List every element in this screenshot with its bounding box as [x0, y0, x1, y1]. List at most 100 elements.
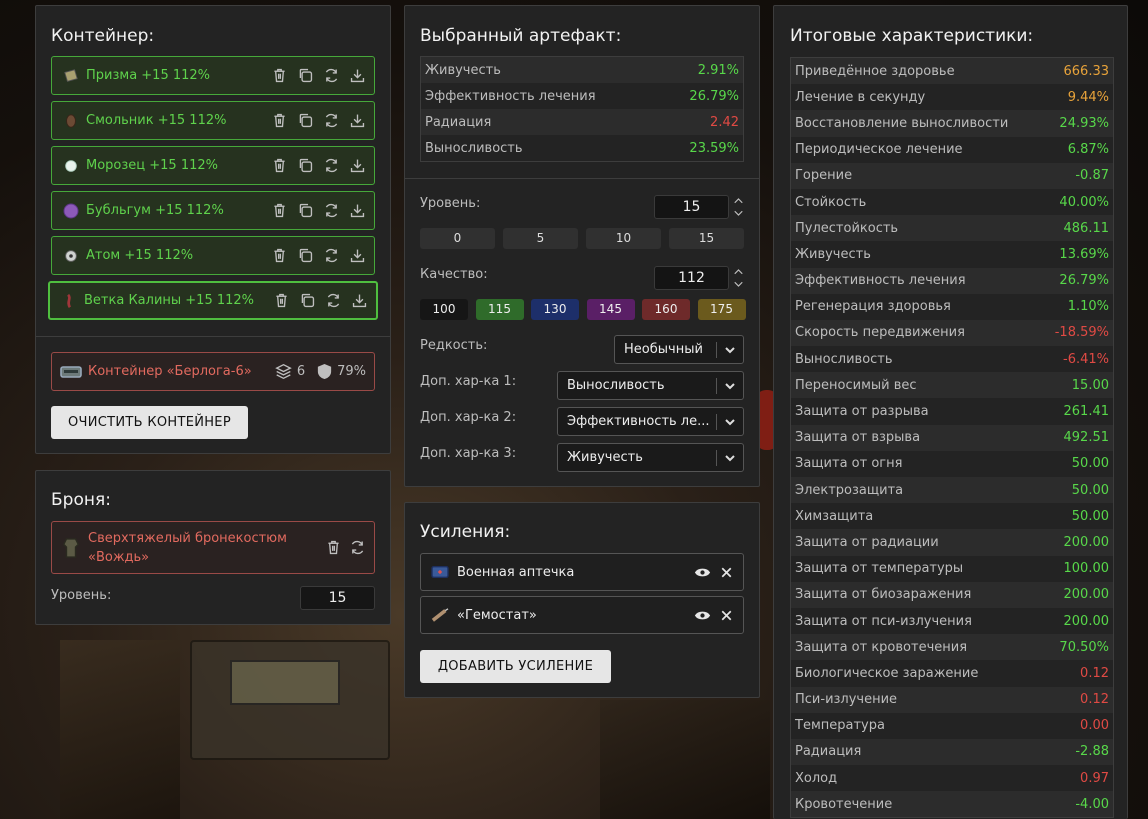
stat-label: Температура — [795, 718, 885, 734]
stat-value: 70.50% — [1059, 639, 1109, 655]
stat-value: 15.00 — [1071, 377, 1109, 393]
stat-value: 50.00 — [1071, 508, 1109, 524]
container-artifact-item[interactable]: Призма +15 112% — [51, 56, 375, 95]
container-protection: 79% — [337, 364, 366, 379]
artifact-panel: Выбранный артефакт: Живучесть 2.91% Эффект… — [404, 5, 760, 487]
close-icon[interactable] — [717, 563, 735, 581]
copy-icon[interactable] — [296, 157, 314, 175]
level-preset-button[interactable]: 15 — [669, 228, 744, 249]
trash-icon[interactable] — [272, 292, 290, 310]
copy-icon[interactable] — [296, 247, 314, 265]
trash-icon[interactable] — [270, 247, 288, 265]
container-artifact-item[interactable]: Смольник +15 112% — [51, 101, 375, 140]
container-card[interactable]: Контейнер «Берлога-6» 6 79% — [51, 352, 375, 391]
refresh-icon[interactable] — [322, 247, 340, 265]
artifact-level-input[interactable]: 15 — [654, 195, 729, 219]
refresh-icon[interactable] — [322, 157, 340, 175]
stat-row: Переносимый вес 15.00 — [791, 372, 1113, 399]
trash-icon[interactable] — [270, 202, 288, 220]
chevron-down-icon[interactable] — [717, 344, 743, 356]
extra3-select[interactable]: Живучесть — [557, 443, 744, 472]
chevron-up-icon[interactable] — [731, 194, 745, 206]
stat-label: Радиация — [425, 114, 492, 130]
refresh-icon[interactable] — [322, 112, 340, 130]
container-artifact-item[interactable]: Бубльгум +15 112% — [51, 191, 375, 230]
add-boost-button[interactable]: ДОБАВИТЬ УСИЛЕНИЕ — [420, 650, 611, 683]
container-artifact-item[interactable]: Морозец +15 112% — [51, 146, 375, 185]
eye-icon[interactable] — [693, 606, 711, 624]
stat-label: Стойкость — [795, 194, 867, 210]
trash-icon[interactable] — [270, 112, 288, 130]
armor-card[interactable]: Сверхтяжелый бронекостюм «Вождь» — [51, 521, 375, 574]
quality-preset-button[interactable]: 160 — [642, 299, 690, 320]
stat-row: Радиация 2.42 — [421, 109, 743, 135]
close-icon[interactable] — [717, 606, 735, 624]
extra2-select[interactable]: Эффективность ле... — [557, 407, 744, 436]
artifact-item-name: Бубльгум +15 112% — [86, 203, 224, 218]
download-icon[interactable] — [348, 112, 366, 130]
trash-icon[interactable] — [270, 67, 288, 85]
refresh-icon[interactable] — [324, 292, 342, 310]
download-icon[interactable] — [348, 67, 366, 85]
boost-item[interactable]: «Гемостат» — [420, 596, 744, 634]
armor-level-input[interactable]: 15 — [300, 586, 375, 610]
container-artifact-item[interactable]: Атом +15 112% — [51, 236, 375, 275]
refresh-icon[interactable] — [348, 539, 366, 557]
artifact-item-name: Морозец +15 112% — [86, 158, 218, 173]
hemostat-syringe-icon — [429, 606, 451, 624]
download-icon[interactable] — [348, 157, 366, 175]
refresh-icon[interactable] — [322, 202, 340, 220]
chevron-down-icon[interactable] — [731, 207, 745, 219]
quality-preset-button[interactable]: 100 — [420, 299, 468, 320]
container-name: Контейнер «Берлога-6» — [88, 364, 252, 379]
stat-row: Живучесть 13.69% — [791, 241, 1113, 267]
stat-value: 23.59% — [689, 140, 739, 156]
copy-icon[interactable] — [296, 67, 314, 85]
stat-label: Защита от кровотечения — [795, 639, 968, 655]
rarity-select[interactable]: Необычный — [614, 335, 744, 364]
trash-icon[interactable] — [270, 157, 288, 175]
viburnum-artifact-icon — [60, 292, 78, 310]
quality-preset-button[interactable]: 130 — [531, 299, 579, 320]
clear-container-button[interactable]: ОЧИСТИТЬ КОНТЕЙНЕР — [51, 406, 248, 439]
extra1-select[interactable]: Выносливость — [557, 371, 744, 400]
chevron-up-icon[interactable] — [731, 265, 745, 277]
download-icon[interactable] — [350, 292, 368, 310]
quality-input[interactable]: 112 — [654, 266, 729, 290]
totals-panel-title: Итоговые характеристики: — [790, 26, 1034, 46]
chevron-down-icon[interactable] — [731, 278, 745, 290]
copy-icon[interactable] — [296, 202, 314, 220]
copy-icon[interactable] — [298, 292, 316, 310]
container-artifact-item[interactable]: Ветка Калины +15 112% — [48, 281, 378, 320]
armor-level-label: Уровень: — [51, 588, 112, 603]
level-preset-button[interactable]: 5 — [503, 228, 578, 249]
stat-row: Холод 0.97 — [791, 765, 1113, 791]
trash-icon[interactable] — [324, 539, 342, 557]
stat-label: Выносливость — [795, 351, 893, 367]
refresh-icon[interactable] — [322, 67, 340, 85]
chevron-down-icon[interactable] — [717, 452, 743, 464]
stat-row: Температура 0.00 — [791, 713, 1113, 739]
download-icon[interactable] — [348, 247, 366, 265]
quality-preset-button[interactable]: 175 — [697, 299, 746, 320]
extra2-value: Эффективность ле... — [567, 414, 710, 429]
quality-stepper[interactable] — [731, 265, 745, 291]
stat-row: Периодическое лечение 6.87% — [791, 137, 1113, 163]
stat-row: Эффективность лечения 26.79% — [791, 267, 1113, 294]
copy-icon[interactable] — [296, 112, 314, 130]
level-preset-button[interactable]: 0 — [420, 228, 495, 249]
boost-item[interactable]: Военная аптечка — [420, 553, 744, 591]
stat-row: Регенерация здоровья 1.10% — [791, 294, 1113, 320]
chevron-down-icon[interactable] — [717, 380, 743, 392]
chevron-down-icon[interactable] — [717, 416, 743, 428]
quality-preset-button[interactable]: 115 — [475, 299, 524, 320]
stat-label: Горение — [795, 168, 853, 184]
background-radio-dial — [230, 660, 340, 705]
eye-icon[interactable] — [693, 563, 711, 581]
stat-label: Лечение в секунду — [795, 89, 926, 105]
quality-preset-button[interactable]: 145 — [586, 299, 635, 320]
level-stepper[interactable] — [731, 194, 745, 220]
level-preset-button[interactable]: 10 — [586, 228, 661, 249]
container-panel-title: Контейнер: — [51, 26, 155, 46]
download-icon[interactable] — [348, 202, 366, 220]
